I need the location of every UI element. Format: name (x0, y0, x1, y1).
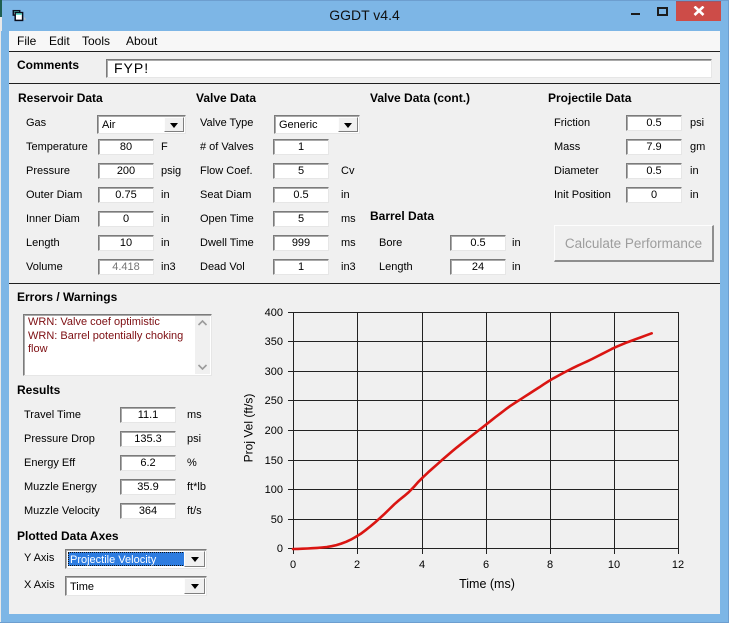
svg-text:150: 150 (265, 455, 283, 467)
svg-text:12: 12 (672, 559, 684, 571)
svg-text:300: 300 (265, 366, 283, 378)
svg-text:350: 350 (265, 336, 283, 348)
svg-text:250: 250 (265, 395, 283, 407)
svg-text:Time (ms): Time (ms) (459, 577, 515, 591)
svg-text:100: 100 (265, 484, 283, 496)
svg-text:10: 10 (608, 559, 620, 571)
svg-text:2: 2 (354, 559, 360, 571)
svg-text:400: 400 (265, 307, 283, 319)
svg-text:Proj Vel (ft/s): Proj Vel (ft/s) (242, 394, 256, 463)
svg-text:0: 0 (277, 543, 283, 555)
svg-text:8: 8 (547, 559, 553, 571)
svg-text:6: 6 (483, 559, 489, 571)
svg-text:200: 200 (265, 425, 283, 437)
svg-text:50: 50 (271, 514, 283, 526)
svg-text:0: 0 (290, 559, 296, 571)
svg-text:4: 4 (419, 559, 425, 571)
